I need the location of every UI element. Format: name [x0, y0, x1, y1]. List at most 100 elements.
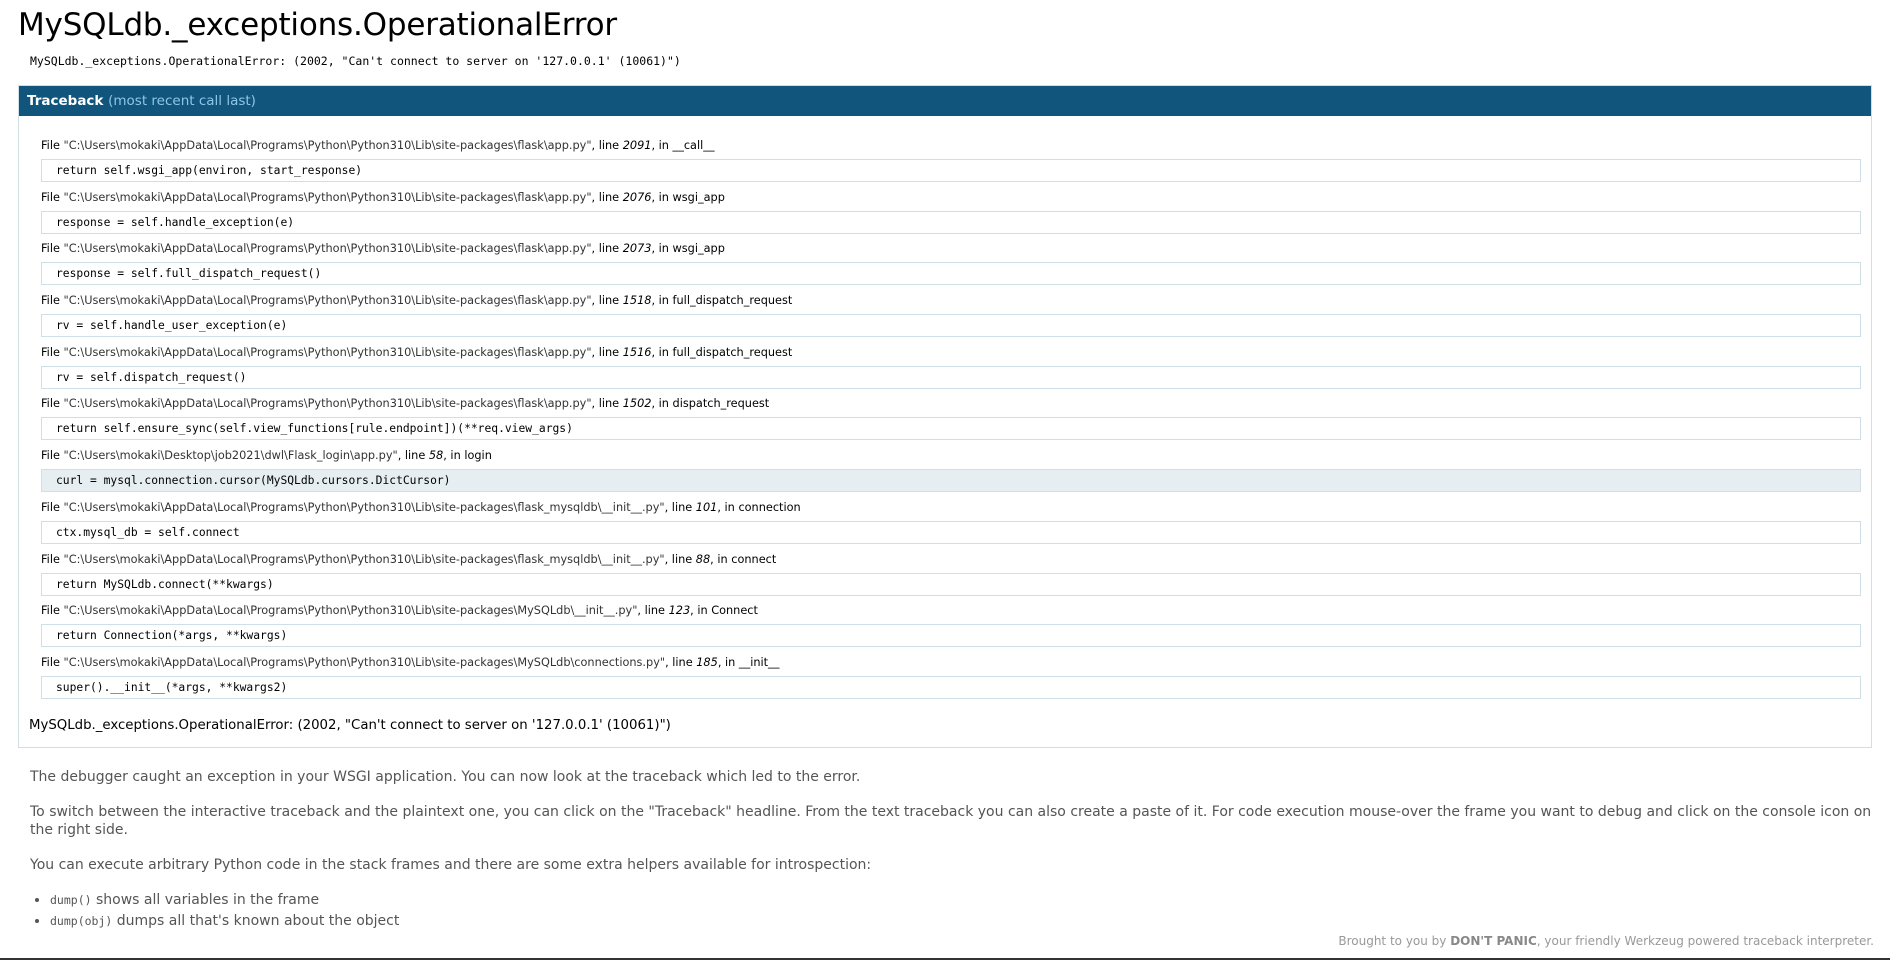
frame-function: login [464, 449, 492, 463]
frame-location: File "C:\Users\mokaki\AppData\Local\Prog… [41, 552, 1861, 568]
footer: Brought to you by DON'T PANIC, your frie… [1338, 934, 1874, 948]
frame-line-prefix: , line [664, 500, 696, 514]
frame-source-line[interactable]: return self.wsgi_app(environ, start_resp… [41, 159, 1861, 182]
frame-in-prefix: , in [710, 552, 732, 566]
frame-file-prefix: File [41, 139, 64, 152]
frame-function: wsgi_app [672, 190, 725, 204]
error-message: MySQLdb._exceptions.OperationalError: (2… [30, 54, 681, 68]
frame-source-line[interactable]: response = self.handle_exception(e) [41, 210, 1861, 234]
frame-source-line[interactable]: rv = self.dispatch_request() [41, 365, 1861, 389]
frame-location: File "C:\Users\mokaki\Desktop\job2021\dw… [41, 448, 1861, 464]
frame-line-prefix: , line [591, 242, 623, 256]
frame-location: File "C:\Users\mokaki\AppData\Local\Prog… [41, 500, 1861, 516]
frame-source-line[interactable]: return Connection(*args, **kwargs) [41, 624, 1861, 648]
frame-in-prefix: , in [717, 655, 739, 669]
traceback-frame[interactable]: File "C:\Users\mokaki\AppData\Local\Prog… [41, 603, 1861, 655]
frame-location: File "C:\Users\mokaki\AppData\Local\Prog… [41, 138, 1861, 154]
frame-line-prefix: , line [637, 604, 669, 618]
frame-filename: "C:\Users\mokaki\AppData\Local\Programs\… [63, 190, 592, 204]
traceback-frame[interactable]: File "C:\Users\mokaki\AppData\Local\Prog… [41, 396, 1861, 448]
frame-line-prefix: , line [397, 449, 429, 463]
frame-line-number: 58 [428, 449, 444, 463]
frame-filename: "C:\Users\mokaki\AppData\Local\Programs\… [63, 345, 592, 359]
frame-source-line[interactable]: rv = self.handle_user_exception(e) [41, 314, 1861, 338]
frame-line-prefix: , line [591, 294, 623, 308]
frame-file-prefix: File [41, 242, 64, 256]
frame-file-prefix: File [41, 552, 64, 566]
frame-filename: "C:\Users\mokaki\AppData\Local\Programs\… [63, 242, 592, 256]
helper-code: dump() [50, 892, 92, 907]
traceback-frame[interactable]: File "C:\Users\mokaki\AppData\Local\Prog… [41, 190, 1861, 242]
frame-source-line[interactable]: curl = mysql.connection.cursor(MySQLdb.c… [41, 469, 1861, 493]
traceback-panel: Traceback (most recent call last) File "… [18, 85, 1872, 748]
frame-source-line[interactable]: super().__init__(*args, **kwargs2) [41, 675, 1861, 699]
footer-prefix: Brought to you by [1338, 934, 1451, 948]
frame-location: File "C:\Users\mokaki\AppData\Local\Prog… [41, 345, 1861, 361]
frame-file-prefix: File [41, 190, 64, 204]
frame-line-number: 1516 [622, 345, 652, 359]
frame-in-prefix: , in [651, 190, 673, 204]
frame-function: connection [738, 500, 801, 514]
explanation-switch: To switch between the interactive traceb… [30, 803, 1872, 838]
frame-line-prefix: , line [665, 655, 697, 669]
frame-location: File "C:\Users\mokaki\AppData\Local\Prog… [41, 241, 1861, 257]
frame-line-number: 2091 [622, 139, 652, 152]
explanation-intro: The debugger caught an exception in your… [30, 768, 861, 785]
explanation: The debugger caught an exception in your… [18, 768, 1872, 932]
traceback-frame[interactable]: File "C:\Users\mokaki\AppData\Local\Prog… [41, 552, 1861, 604]
frame-line-prefix: , line [591, 190, 623, 204]
traceback-headline[interactable]: Traceback (most recent call last) [19, 86, 1871, 116]
frame-in-prefix: , in [651, 139, 673, 152]
traceback-frame[interactable]: File "C:\Users\mokaki\AppData\Local\Prog… [41, 138, 1861, 190]
frame-filename: "C:\Users\mokaki\AppData\Local\Programs\… [63, 294, 592, 308]
frame-line-number: 88 [695, 552, 711, 566]
frame-location: File "C:\Users\mokaki\AppData\Local\Prog… [41, 190, 1861, 206]
frame-file-prefix: File [41, 397, 64, 411]
frame-source-line[interactable]: ctx.mysql_db = self.connect [41, 520, 1861, 544]
page-title: MySQLdb._exceptions.OperationalError [18, 7, 617, 43]
list-item: dump() shows all variables in the frame [50, 890, 1872, 911]
frame-file-prefix: File [41, 500, 64, 514]
frame-function: wsgi_app [672, 242, 725, 256]
frame-function: full_dispatch_request [672, 294, 793, 308]
frame-filename: "C:\Users\mokaki\AppData\Local\Programs\… [63, 604, 638, 618]
frame-in-prefix: , in [651, 242, 673, 256]
frame-line-number: 1518 [622, 294, 652, 308]
traceback-headline-label[interactable]: Traceback [27, 93, 103, 109]
frame-in-prefix: , in [443, 449, 465, 463]
frame-source-line[interactable]: response = self.full_dispatch_request() [41, 262, 1861, 286]
traceback-frame[interactable]: File "C:\Users\mokaki\AppData\Local\Prog… [41, 241, 1861, 293]
helper-text: shows all variables in the frame [91, 891, 320, 908]
frame-filename: "C:\Users\mokaki\AppData\Local\Programs\… [63, 552, 665, 566]
frame-file-prefix: File [41, 294, 64, 308]
traceback-frame[interactable]: File "C:\Users\mokaki\AppData\Local\Prog… [41, 500, 1861, 552]
frame-line-number: 2076 [622, 190, 652, 204]
frame-file-prefix: File [41, 655, 64, 669]
helper-text: dumps all that's known about the object [112, 912, 400, 929]
frame-in-prefix: , in [717, 500, 739, 514]
traceback-frame[interactable]: File "C:\Users\mokaki\AppData\Local\Prog… [41, 345, 1861, 397]
frame-source-line[interactable]: return MySQLdb.connect(**kwargs) [41, 572, 1861, 596]
frame-location: File "C:\Users\mokaki\AppData\Local\Prog… [41, 396, 1861, 412]
traceback-frame[interactable]: File "C:\Users\mokaki\AppData\Local\Prog… [41, 293, 1861, 345]
traceback-frame[interactable]: File "C:\Users\mokaki\Desktop\job2021\dw… [41, 448, 1861, 500]
frame-source-line[interactable]: return self.ensure_sync(self.view_functi… [41, 417, 1861, 441]
frame-line-number: 185 [696, 655, 718, 669]
frame-filename: "C:\Users\mokaki\AppData\Local\Programs\… [63, 397, 592, 411]
frame-filename: "C:\Users\mokaki\AppData\Local\Programs\… [63, 655, 666, 669]
frame-function: __init__ [738, 655, 780, 669]
frame-location: File "C:\Users\mokaki\AppData\Local\Prog… [41, 293, 1861, 309]
frame-function: Connect [711, 604, 758, 618]
frame-function: dispatch_request [672, 397, 770, 411]
frame-file-prefix: File [41, 449, 64, 463]
footer-brand: DON'T PANIC [1450, 934, 1537, 948]
frame-file-prefix: File [41, 345, 64, 359]
debugger-page: MySQLdb._exceptions.OperationalError MyS… [0, 0, 1890, 932]
traceback-frame[interactable]: File "C:\Users\mokaki\AppData\Local\Prog… [41, 655, 1861, 707]
frame-function: __call__ [672, 139, 715, 152]
frame-filename: "C:\Users\mokaki\AppData\Local\Programs\… [63, 500, 665, 514]
frame-in-prefix: , in [651, 294, 673, 308]
frame-location: File "C:\Users\mokaki\AppData\Local\Prog… [41, 603, 1861, 619]
frame-line-number: 1502 [622, 397, 652, 411]
frame-filename: "C:\Users\mokaki\Desktop\job2021\dwl\Fla… [63, 449, 398, 463]
